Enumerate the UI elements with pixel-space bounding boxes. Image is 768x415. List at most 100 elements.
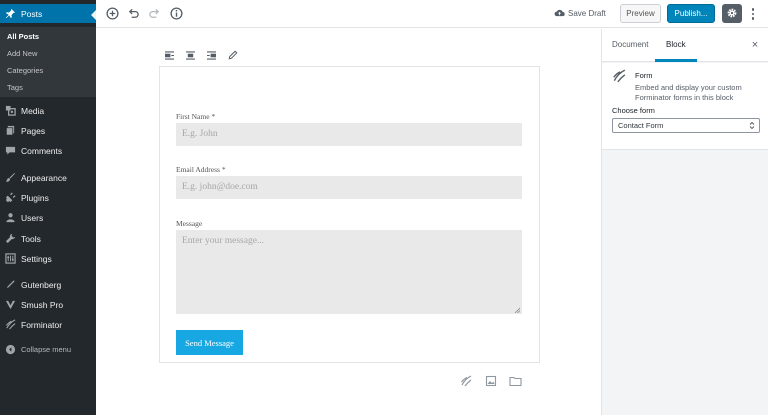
message-field[interactable]: Enter your message...: [176, 230, 522, 314]
collapse-icon: [5, 344, 16, 355]
sidebar-item-appearance[interactable]: Appearance: [0, 168, 96, 187]
insert-image-block-button[interactable]: [483, 374, 499, 390]
pages-icon: [5, 125, 16, 136]
collapse-menu-button[interactable]: Collapse menu: [0, 340, 96, 359]
gear-icon: [726, 7, 738, 21]
active-tab-indicator: [655, 59, 697, 62]
users-icon: [5, 212, 16, 223]
more-dot: [751, 17, 755, 20]
more-dot: [751, 8, 755, 11]
sidebar-item-label: Posts: [21, 8, 43, 19]
publish-button[interactable]: Publish...: [667, 4, 715, 23]
first-name-field[interactable]: E.g. John: [176, 123, 522, 146]
add-block-button[interactable]: [104, 6, 120, 22]
posts-submenu: All Posts Add New Categories Tags: [0, 27, 96, 97]
gutenberg-icon: [5, 279, 16, 290]
close-icon[interactable]: ×: [749, 38, 761, 52]
forminator-icon: [460, 375, 472, 389]
more-options-button[interactable]: [748, 5, 758, 23]
sidebar-item-label: Users: [21, 212, 44, 223]
chevron-up-down-icon: [749, 121, 755, 130]
insert-forminator-block-button[interactable]: [458, 374, 474, 390]
sidebar-item-posts[interactable]: Posts: [0, 4, 96, 23]
selected-form-value: Contact Form: [618, 121, 664, 130]
align-center-button[interactable]: [180, 46, 201, 66]
info-icon: [169, 6, 183, 22]
editor-canvas: First Name * E.g. John Email Address * E…: [96, 29, 601, 415]
redo-icon: [148, 7, 161, 22]
edit-form-button[interactable]: [222, 46, 243, 66]
sidebar-item-settings[interactable]: Settings: [0, 249, 96, 268]
align-left-icon: [164, 50, 175, 62]
send-message-button[interactable]: Send Message: [176, 330, 243, 355]
comment-icon: [5, 145, 16, 156]
sidebar-item-gutenberg[interactable]: Gutenberg: [0, 275, 96, 294]
sidebar-item-label: Comments: [21, 145, 63, 156]
sidebar-item-pages[interactable]: Pages: [0, 121, 96, 140]
more-dot: [751, 12, 755, 16]
plus-circle-icon: [105, 6, 119, 22]
block-description: Embed and display your custom Forminator…: [635, 83, 742, 102]
undo-button[interactable]: [125, 6, 141, 22]
sidebar-item-label: Plugins: [21, 192, 49, 203]
choose-form-label: Choose form: [612, 106, 655, 115]
pencil-icon: [228, 50, 238, 62]
sidebar-item-label: Forminator: [21, 319, 63, 330]
forminator-form-block[interactable]: First Name * E.g. John Email Address * E…: [159, 66, 540, 363]
submenu-tags[interactable]: Tags: [7, 83, 23, 92]
choose-form-select[interactable]: Contact Form: [612, 118, 760, 133]
resize-handle-icon[interactable]: [514, 306, 521, 314]
email-field[interactable]: E.g. john@doe.com: [176, 176, 522, 199]
align-left-button[interactable]: [159, 46, 180, 66]
sidebar-item-label: Tools: [21, 233, 41, 244]
insert-file-block-button[interactable]: [507, 374, 523, 390]
cloud-upload-icon: [554, 8, 565, 19]
sidebar-item-media[interactable]: Media: [0, 101, 96, 120]
content-info-button[interactable]: [168, 6, 184, 22]
sidebar-item-comments[interactable]: Comments: [0, 141, 96, 160]
sidebar-item-label: Gutenberg: [21, 279, 62, 290]
message-label: Message: [176, 219, 203, 228]
block-toolbar: [159, 46, 243, 66]
settings-toggle-button[interactable]: [722, 4, 742, 23]
block-title: Form: [635, 71, 653, 80]
tab-block[interactable]: Block: [666, 40, 686, 49]
sidebar-item-smush-pro[interactable]: Smush Pro: [0, 295, 96, 314]
image-icon: [485, 375, 497, 389]
admin-sidebar: Posts All Posts Add New Categories Tags …: [0, 0, 96, 415]
smush-icon: [5, 299, 16, 310]
collapse-menu-label: Collapse menu: [21, 345, 72, 354]
sidebar-item-plugins[interactable]: Plugins: [0, 188, 96, 207]
plugin-icon: [5, 192, 16, 203]
forminator-icon: [612, 69, 626, 83]
wrench-icon: [5, 233, 16, 244]
submenu-add-new[interactable]: Add New: [7, 49, 37, 58]
sidebar-item-label: Appearance: [21, 172, 67, 183]
align-right-icon: [206, 50, 217, 62]
redo-button[interactable]: [146, 6, 162, 22]
sidebar-item-forminator[interactable]: Forminator: [0, 315, 96, 334]
sidebar-item-label: Media: [21, 105, 45, 116]
tab-document[interactable]: Document: [612, 40, 648, 49]
align-right-button[interactable]: [201, 46, 222, 66]
editor-top-toolbar: Save Draft Preview Publish...: [96, 0, 768, 28]
undo-icon: [127, 7, 140, 22]
settings-tabs: Document Block ×: [602, 29, 768, 62]
sidebar-item-users[interactable]: Users: [0, 208, 96, 227]
submenu-all-posts[interactable]: All Posts: [7, 32, 39, 41]
message-placeholder: Enter your message...: [182, 236, 265, 246]
forminator-icon: [5, 319, 16, 330]
pin-icon: [5, 8, 16, 19]
submenu-categories[interactable]: Categories: [7, 66, 43, 75]
block-settings-sidebar: Document Block × Form Embed and display …: [601, 29, 768, 415]
block-inspector-card: Form Embed and display your custom Formi…: [602, 63, 768, 150]
folder-icon: [508, 375, 522, 389]
email-label: Email Address *: [176, 165, 226, 174]
sidebar-item-label: Pages: [21, 125, 46, 136]
media-icon: [5, 105, 16, 116]
save-draft-button[interactable]: Save Draft: [554, 8, 606, 19]
preview-button[interactable]: Preview: [620, 4, 661, 23]
save-draft-label: Save Draft: [568, 9, 606, 18]
sidebar-item-tools[interactable]: Tools: [0, 229, 96, 248]
first-name-label: First Name *: [176, 112, 216, 121]
